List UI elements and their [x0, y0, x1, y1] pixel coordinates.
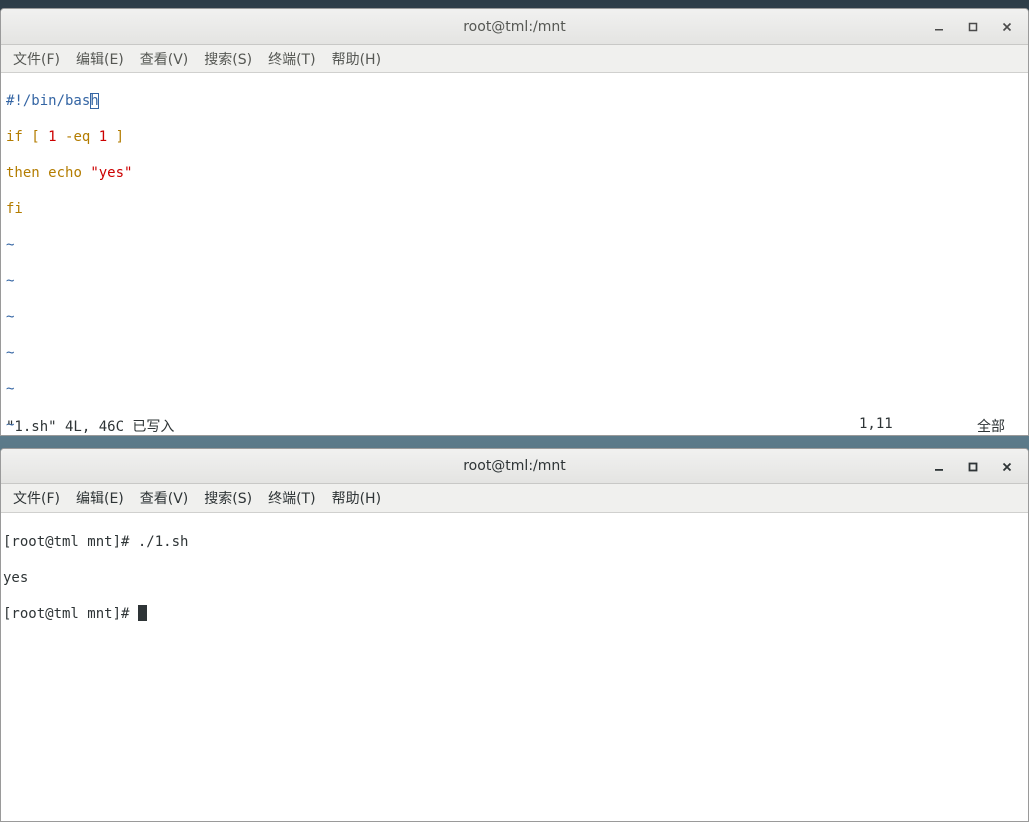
menu-help[interactable]: 帮助(H): [324, 49, 389, 69]
editor-buffer[interactable]: #!/bin/bash if [ 1 -eq 1 ] then echo "ye…: [1, 73, 1028, 435]
number-literal: 1: [98, 129, 108, 145]
menu-terminal[interactable]: 终端(T): [260, 488, 323, 508]
shell-terminal-window[interactable]: root@tml:/mnt 文件(F) 编辑(E) 查看(V) 搜索(S) 终端…: [0, 448, 1029, 822]
window-controls: [922, 9, 1024, 45]
window-title: root@tml:/mnt: [463, 458, 566, 474]
shell-prompt: [root@tml mnt]#: [3, 534, 138, 550]
shell-titlebar[interactable]: root@tml:/mnt: [1, 449, 1028, 484]
menu-edit[interactable]: 编辑(E): [68, 49, 132, 69]
cursor-position: 1,11: [859, 416, 893, 432]
close-icon[interactable]: [990, 454, 1024, 480]
desktop: root@tml:/mnt 文件(F) 编辑(E) 查看(V) 搜索(S) 终端…: [0, 0, 1029, 822]
editor-terminal-window[interactable]: root@tml:/mnt 文件(F) 编辑(E) 查看(V) 搜索(S) 终端…: [0, 8, 1029, 436]
empty-line-marker: ~: [6, 381, 15, 397]
number-literal: 1: [48, 129, 57, 145]
code-line-3: then echo "yes": [6, 164, 1028, 182]
menu-help[interactable]: 帮助(H): [324, 488, 389, 508]
menu-view[interactable]: 查看(V): [132, 49, 197, 69]
shebang-text: #!/bin/bas: [6, 93, 91, 109]
keyword-then: then: [6, 165, 40, 181]
minimize-icon[interactable]: [922, 14, 956, 40]
keyword-fi: fi: [6, 201, 23, 217]
empty-line-marker: ~: [6, 309, 15, 325]
code-line-2: if [ 1 -eq 1 ]: [6, 128, 1028, 146]
menu-file[interactable]: 文件(F): [5, 49, 68, 69]
string-literal: "yes": [90, 165, 133, 181]
empty-line-marker: ~: [6, 273, 15, 289]
window-title: root@tml:/mnt: [463, 19, 566, 35]
code-line-4: fi: [6, 200, 1028, 218]
shell-output[interactable]: [root@tml mnt]# ./1.sh yes [root@tml mnt…: [1, 513, 1028, 659]
shell-prompt: [root@tml mnt]#: [3, 606, 138, 622]
menu-edit[interactable]: 编辑(E): [68, 488, 132, 508]
editor-titlebar[interactable]: root@tml:/mnt: [1, 9, 1028, 45]
vim-statusline: "1.sh" 4L, 46C 已写入 1,11 全部: [6, 416, 1010, 435]
bracket-open: [: [31, 129, 40, 145]
terminal-cursor: [137, 605, 147, 621]
file-info: "1.sh" 4L, 46C 已写入: [6, 419, 175, 435]
shell-line-1: [root@tml mnt]# ./1.sh: [3, 533, 1028, 551]
menu-search[interactable]: 搜索(S): [196, 488, 260, 508]
shell-line-2: yes: [3, 569, 1028, 587]
command-output: yes: [3, 570, 29, 586]
scroll-indicator: 全部: [977, 419, 1005, 435]
close-icon[interactable]: [990, 14, 1024, 40]
editor-menubar: 文件(F) 编辑(E) 查看(V) 搜索(S) 终端(T) 帮助(H): [1, 45, 1028, 73]
shell-command: ./1.sh: [137, 534, 189, 550]
empty-line-marker: ~: [6, 345, 15, 361]
code-line-1: #!/bin/bash: [6, 92, 1028, 110]
empty-line-marker: ~: [6, 237, 15, 253]
menu-terminal[interactable]: 终端(T): [260, 49, 323, 69]
maximize-icon[interactable]: [956, 14, 990, 40]
minimize-icon[interactable]: [922, 454, 956, 480]
shell-line-3: [root@tml mnt]#: [3, 605, 1028, 623]
command-echo: echo: [48, 165, 82, 181]
menu-search[interactable]: 搜索(S): [196, 49, 260, 69]
keyword-if: if: [6, 129, 23, 145]
menu-file[interactable]: 文件(F): [5, 488, 68, 508]
window-controls: [922, 449, 1024, 484]
shell-menubar: 文件(F) 编辑(E) 查看(V) 搜索(S) 终端(T) 帮助(H): [1, 484, 1028, 513]
editor-cursor: h: [90, 93, 99, 109]
bracket-close: ]: [115, 129, 125, 145]
maximize-icon[interactable]: [956, 454, 990, 480]
operator-eq: -eq: [65, 129, 91, 145]
menu-view[interactable]: 查看(V): [132, 488, 197, 508]
